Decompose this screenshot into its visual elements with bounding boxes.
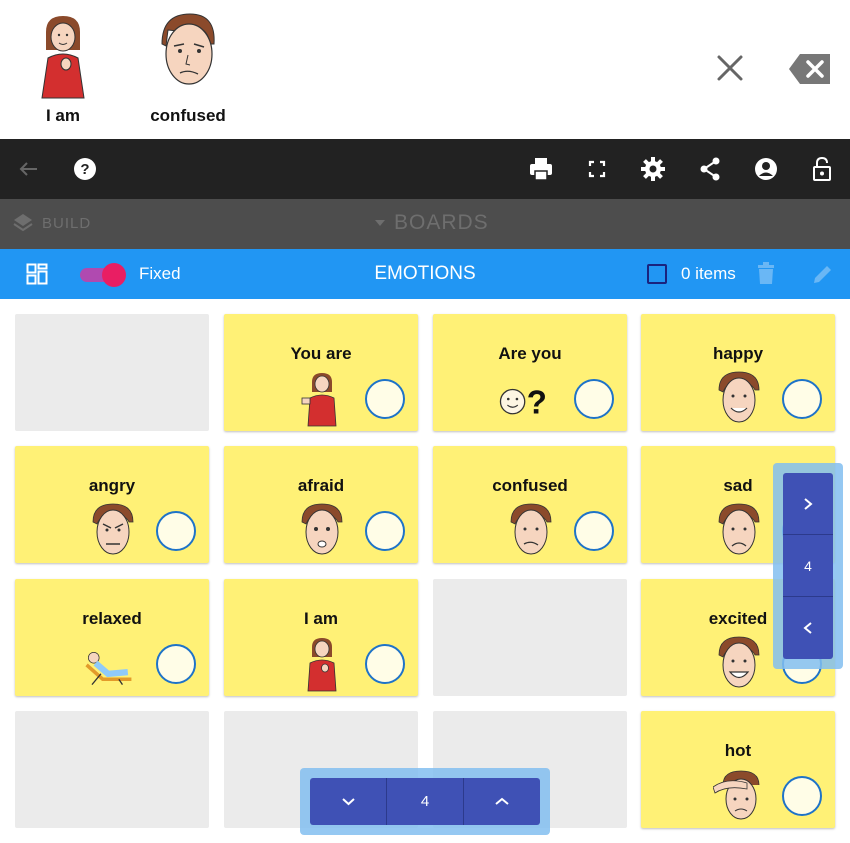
navbar: ? xyxy=(0,139,850,199)
tile-label: happy xyxy=(712,344,764,363)
tile-afraid[interactable]: afraid xyxy=(224,446,418,563)
boards-dropdown[interactable]: BOARDS xyxy=(394,211,489,235)
face-question-icon: ? xyxy=(499,384,547,421)
output-tile-label: confused xyxy=(150,106,226,125)
vertical-pager: 4 xyxy=(773,463,843,669)
empty-tile xyxy=(15,314,209,431)
fullscreen-icon[interactable] xyxy=(583,155,611,183)
select-circle[interactable] xyxy=(782,379,822,419)
tile-i-am[interactable]: I am xyxy=(224,579,418,696)
empty-tile xyxy=(15,711,209,828)
relaxed-lounger-icon xyxy=(85,651,132,686)
page-next-button[interactable] xyxy=(783,473,833,535)
backspace-icon[interactable] xyxy=(788,52,832,86)
board-toolbar: Fixed EMOTIONS 0 items xyxy=(0,249,850,299)
clear-icon[interactable] xyxy=(712,50,748,86)
tile-label: afraid xyxy=(297,476,345,495)
tile-label: You are xyxy=(290,344,352,363)
page-prev-button[interactable] xyxy=(783,597,833,659)
confused-face-icon xyxy=(510,503,552,555)
horizontal-pager: 4 xyxy=(300,768,550,835)
select-circle[interactable] xyxy=(782,776,822,816)
tile-confused[interactable]: confused xyxy=(433,446,627,563)
help-icon[interactable]: ? xyxy=(71,155,99,183)
select-circle[interactable] xyxy=(574,379,614,419)
tile-label: angry xyxy=(88,476,136,495)
tile-happy[interactable]: happy xyxy=(641,314,835,431)
board-grid: You are Are you ? happy angry afraid con… xyxy=(0,299,850,843)
empty-tile xyxy=(433,579,627,696)
happy-face-icon xyxy=(718,371,760,423)
scroll-down-button[interactable] xyxy=(310,778,387,825)
output-tile-confused[interactable]: confused xyxy=(133,8,243,130)
build-bar: BUILD BOARDS xyxy=(0,199,850,249)
horizontal-pager-buttons: 4 xyxy=(310,778,540,825)
settings-icon[interactable] xyxy=(639,155,667,183)
afraid-face-icon xyxy=(301,503,343,555)
tile-you-are[interactable]: You are xyxy=(224,314,418,431)
tile-angry[interactable]: angry xyxy=(15,446,209,563)
print-icon[interactable] xyxy=(527,155,555,183)
angry-face-icon xyxy=(92,503,134,555)
output-tile-i-am[interactable]: I am xyxy=(8,8,118,130)
vertical-pager-buttons: 4 xyxy=(783,473,833,659)
vertical-page-number: 4 xyxy=(783,535,833,597)
back-arrow-icon[interactable] xyxy=(15,155,43,183)
tile-are-you[interactable]: Are you ? xyxy=(433,314,627,431)
svg-text:?: ? xyxy=(80,161,89,178)
chevron-right-icon xyxy=(804,498,813,510)
chevron-left-icon xyxy=(803,622,812,634)
account-icon[interactable] xyxy=(752,155,780,183)
tile-label: I am xyxy=(303,609,339,628)
caret-down-icon xyxy=(375,220,385,226)
trash-icon[interactable] xyxy=(756,262,776,286)
scroll-up-button[interactable] xyxy=(464,778,540,825)
confused-face-icon xyxy=(161,13,215,85)
chevron-down-icon xyxy=(342,798,355,806)
woman-pointing-icon xyxy=(301,373,337,427)
horizontal-page-number: 4 xyxy=(387,778,464,825)
items-count: 0 items xyxy=(681,264,736,283)
output-bar: I am confused xyxy=(0,0,850,139)
select-circle[interactable] xyxy=(574,511,614,551)
select-circle[interactable] xyxy=(365,511,405,551)
chevron-up-icon xyxy=(495,797,509,805)
tile-label: relaxed xyxy=(82,609,142,628)
tile-hot[interactable]: hot xyxy=(641,711,835,828)
select-circle[interactable] xyxy=(365,644,405,684)
select-all-checkbox[interactable] xyxy=(647,264,667,284)
svg-text:?: ? xyxy=(527,384,547,421)
woman-pointing-self-icon xyxy=(41,16,85,99)
tile-relaxed[interactable]: relaxed xyxy=(15,579,209,696)
tile-label: confused xyxy=(492,476,568,495)
edit-pencil-icon[interactable] xyxy=(811,262,835,286)
layers-icon[interactable] xyxy=(12,212,34,234)
select-circle[interactable] xyxy=(156,511,196,551)
lock-icon[interactable] xyxy=(808,155,836,183)
select-circle[interactable] xyxy=(365,379,405,419)
sad-face-icon xyxy=(718,503,760,555)
share-icon[interactable] xyxy=(696,155,724,183)
excited-face-icon xyxy=(718,636,760,688)
hot-face-icon xyxy=(713,770,760,820)
tile-label: hot xyxy=(724,741,752,760)
tile-label: Are you xyxy=(498,344,562,363)
select-circle[interactable] xyxy=(156,644,196,684)
build-tab[interactable]: BUILD xyxy=(42,215,91,232)
output-tile-label: I am xyxy=(45,106,81,125)
woman-pointing-self-icon xyxy=(307,638,337,692)
